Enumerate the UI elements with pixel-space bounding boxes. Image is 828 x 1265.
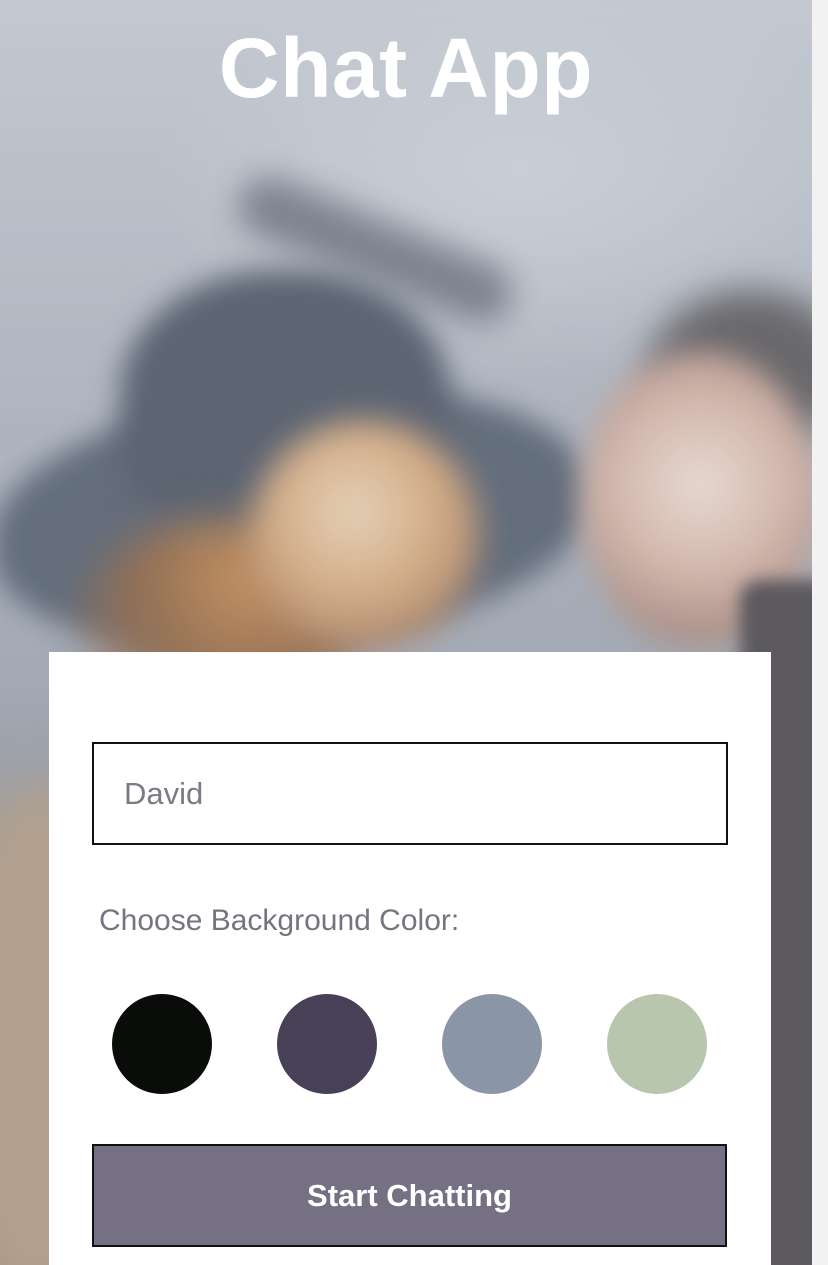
start-chatting-button[interactable]: Start Chatting <box>92 1144 727 1247</box>
login-panel: Choose Background Color: Start Chatting <box>49 652 771 1265</box>
app-title: Chat App <box>218 21 594 115</box>
choose-color-label: Choose Background Color: <box>99 904 460 937</box>
name-input[interactable] <box>92 742 728 845</box>
start-screen: Chat App Choose Background Color: Start … <box>0 0 828 1265</box>
color-swatch-sage[interactable] <box>607 994 707 1094</box>
color-swatch-purple-gray[interactable] <box>277 994 377 1094</box>
color-swatch-slate[interactable] <box>442 994 542 1094</box>
color-swatch-black[interactable] <box>112 994 212 1094</box>
